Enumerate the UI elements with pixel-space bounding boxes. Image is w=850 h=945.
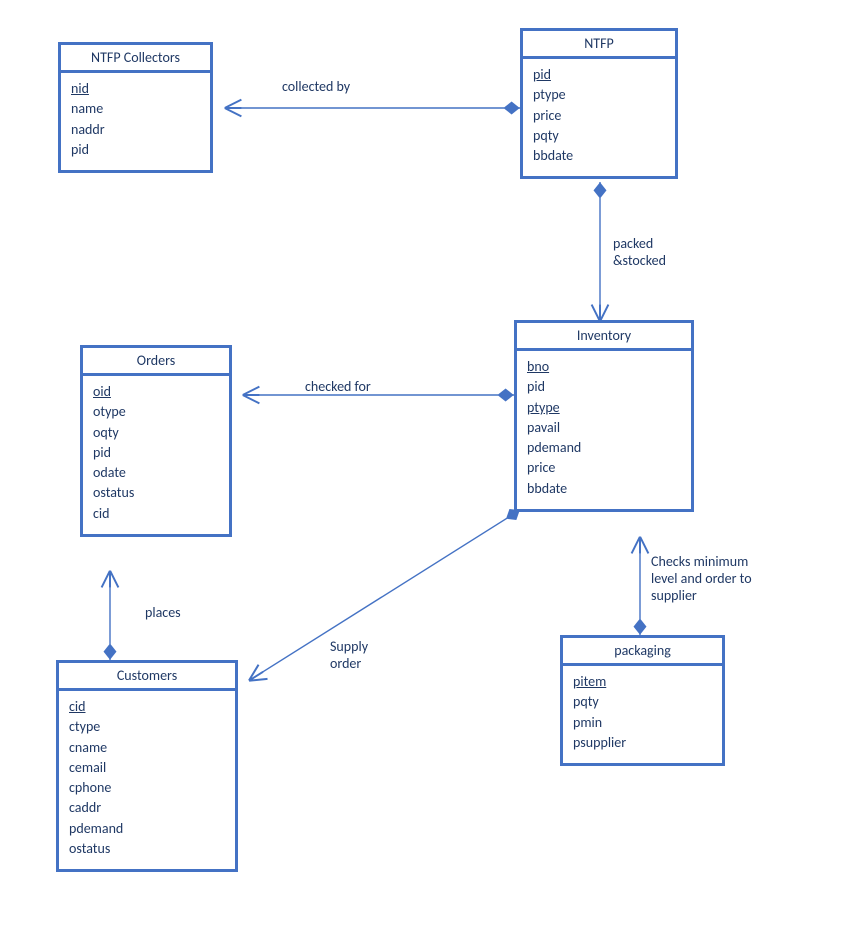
entity-inventory: Inventory bno pid ptype pavail pdemand p… [514, 320, 694, 512]
conn-supply-order [250, 510, 520, 680]
attr: ostatus [69, 839, 225, 859]
entity-ntfp-collectors: NTFP Collectors nid name naddr pid [58, 42, 213, 173]
attr: pid [71, 140, 200, 160]
attr: cphone [69, 778, 225, 798]
attr: pdemand [527, 438, 681, 458]
attr: price [533, 106, 665, 126]
entity-attrs: pid ptype price pqty bbdate [523, 59, 675, 176]
attr: psupplier [573, 733, 712, 753]
entity-attrs: pitem pqty pmin psupplier [563, 666, 722, 763]
label-collected-by: collected by [282, 78, 350, 95]
entity-title: NTFP Collectors [61, 45, 210, 73]
entity-attrs: oid otype oqty pid odate ostatus cid [83, 376, 229, 534]
attr: ptype [527, 398, 681, 418]
attr: pavail [527, 418, 681, 438]
attr: bno [527, 357, 681, 377]
attr: pmin [573, 713, 712, 733]
entity-attrs: cid ctype cname cemail cphone caddr pdem… [59, 691, 235, 869]
attr: cid [69, 697, 225, 717]
attr: bbdate [527, 479, 681, 499]
attr: price [527, 458, 681, 478]
attr: pid [93, 443, 219, 463]
attr: pid [533, 65, 665, 85]
attr: nid [71, 79, 200, 99]
attr: pqty [573, 692, 712, 712]
attr: caddr [69, 798, 225, 818]
entity-title: NTFP [523, 31, 675, 59]
attr: odate [93, 463, 219, 483]
attr: oid [93, 382, 219, 402]
label-checked-for: checked for [305, 378, 371, 395]
entity-title: packaging [563, 638, 722, 666]
attr: ostatus [93, 483, 219, 503]
attr: cemail [69, 758, 225, 778]
entity-customers: Customers cid ctype cname cemail cphone … [56, 660, 238, 872]
attr: name [71, 99, 200, 119]
label-checks-min: Checks minimum level and order to suppli… [651, 553, 752, 604]
attr: ctype [69, 717, 225, 737]
attr: cname [69, 738, 225, 758]
label-packed-stocked: packed &stocked [613, 235, 666, 269]
attr: ptype [533, 85, 665, 105]
er-diagram-canvas: { "entities": { "ntfp_collectors": { "ti… [0, 0, 850, 945]
entity-title: Customers [59, 663, 235, 691]
entity-packaging: packaging pitem pqty pmin psupplier [560, 635, 725, 766]
entity-ntfp: NTFP pid ptype price pqty bbdate [520, 28, 678, 179]
attr: bbdate [533, 146, 665, 166]
attr: otype [93, 402, 219, 422]
entity-title: Orders [83, 348, 229, 376]
entity-attrs: nid name naddr pid [61, 73, 210, 170]
attr: pdemand [69, 819, 225, 839]
attr: pitem [573, 672, 712, 692]
attr: oqty [93, 423, 219, 443]
entity-title: Inventory [517, 323, 691, 351]
attr: pqty [533, 126, 665, 146]
attr: pid [527, 377, 681, 397]
entity-orders: Orders oid otype oqty pid odate ostatus … [80, 345, 232, 537]
label-places: places [145, 604, 181, 621]
attr: naddr [71, 120, 200, 140]
attr: cid [93, 504, 219, 524]
entity-attrs: bno pid ptype pavail pdemand price bbdat… [517, 351, 691, 509]
label-supply-order: Supply order [330, 638, 368, 672]
